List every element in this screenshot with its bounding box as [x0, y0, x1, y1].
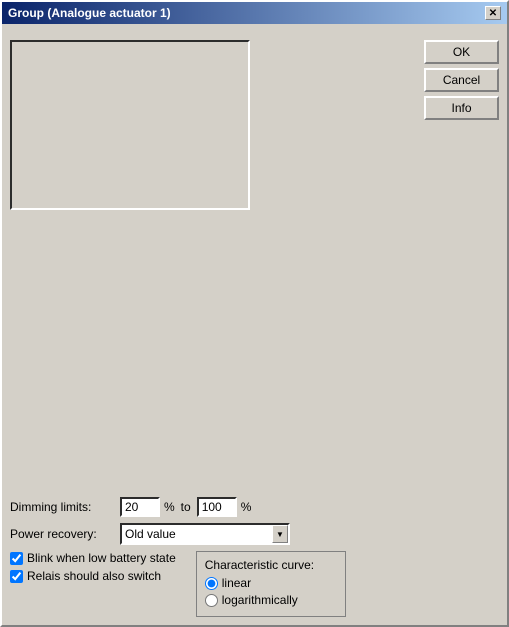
linear-radio[interactable] [205, 577, 218, 590]
relais-checkbox[interactable] [10, 570, 23, 583]
blink-label: Blink when low battery state [27, 551, 176, 565]
dimming-from-input[interactable] [120, 497, 160, 517]
dimming-to-input[interactable] [197, 497, 237, 517]
checkboxes-col: Blink when low battery state Relais shou… [10, 551, 176, 617]
dimming-to-label: to [181, 500, 191, 514]
linear-label: linear [222, 576, 251, 590]
characteristic-box: Characteristic curve: linear logarithmic… [196, 551, 346, 617]
logarithmically-radio-row: logarithmically [205, 593, 335, 607]
buttons-panel: OK Cancel Info [424, 32, 499, 257]
power-label: Power recovery: [10, 527, 120, 541]
top-area: OK Cancel Info [10, 32, 499, 257]
power-row: Power recovery: Old value On Off ▼ [10, 523, 499, 545]
power-select-wrapper: Old value On Off ▼ [120, 523, 290, 545]
linear-radio-row: linear [205, 576, 335, 590]
cancel-button[interactable]: Cancel [424, 68, 499, 92]
logarithmically-label: logarithmically [222, 593, 298, 607]
close-button[interactable]: ✕ [485, 6, 501, 20]
window-body: OK Cancel Info Dimming limits: % to % Po… [2, 24, 507, 625]
bottom-section: Dimming limits: % to % Power recovery: O… [10, 489, 499, 617]
preview-box [10, 40, 250, 210]
logarithmically-radio[interactable] [205, 594, 218, 607]
title-bar: Group (Analogue actuator 1) ✕ [2, 2, 507, 24]
ok-button[interactable]: OK [424, 40, 499, 64]
relais-checkbox-row: Relais should also switch [10, 569, 176, 583]
blink-checkbox-row: Blink when low battery state [10, 551, 176, 565]
relais-label: Relais should also switch [27, 569, 161, 583]
info-button[interactable]: Info [424, 96, 499, 120]
window-title: Group (Analogue actuator 1) [8, 6, 171, 20]
main-window: Group (Analogue actuator 1) ✕ OK Cancel … [0, 0, 509, 627]
characteristic-title: Characteristic curve: [205, 558, 335, 572]
dimming-from-unit: % [164, 500, 175, 514]
checkboxes-area: Blink when low battery state Relais shou… [10, 551, 499, 617]
dimming-to-unit: % [241, 500, 252, 514]
power-select[interactable]: Old value On Off [120, 523, 290, 545]
dimming-label: Dimming limits: [10, 500, 120, 514]
blink-checkbox[interactable] [10, 552, 23, 565]
dimming-row: Dimming limits: % to % [10, 497, 499, 517]
